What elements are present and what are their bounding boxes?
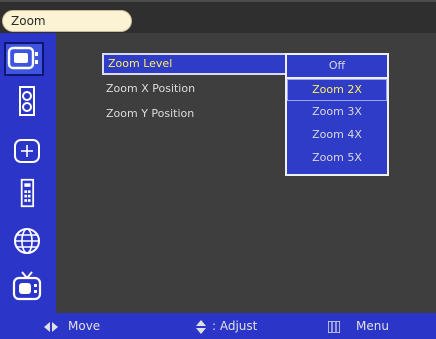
menu-item-zoom-y-position[interactable]: Zoom Y Position bbox=[102, 104, 194, 126]
tv-icon[interactable] bbox=[10, 271, 44, 301]
move-label: Move bbox=[68, 319, 101, 333]
option-zoom-4x[interactable]: Zoom 4X bbox=[287, 124, 387, 146]
menu-hint bbox=[328, 313, 340, 339]
title-bar: Zoom bbox=[0, 0, 436, 33]
move-hint bbox=[44, 313, 58, 339]
menu-item-zoom-x-position[interactable]: Zoom X Position bbox=[102, 79, 195, 101]
footer-hints: Move : Adjust Menu bbox=[0, 313, 436, 339]
remote-control-icon[interactable] bbox=[10, 178, 44, 208]
option-zoom-2x[interactable]: Zoom 2X bbox=[287, 79, 387, 101]
option-off[interactable]: Off bbox=[287, 55, 387, 77]
main-panel: Zoom Level Zoom X Position Zoom Y Positi… bbox=[56, 33, 436, 313]
display-icon[interactable] bbox=[4, 42, 44, 76]
menu-label: Menu bbox=[356, 319, 389, 333]
up-down-arrows-icon bbox=[196, 319, 206, 334]
picture-adjust-icon[interactable] bbox=[10, 136, 44, 166]
speaker-icon[interactable] bbox=[10, 86, 44, 116]
option-zoom-3x[interactable]: Zoom 3X bbox=[287, 101, 387, 123]
osd-screen: Zoom Zoom Level Zoom X Position Zoom Y P… bbox=[0, 0, 436, 339]
menu-icon bbox=[328, 320, 340, 333]
sidebar bbox=[0, 33, 56, 313]
option-zoom-5x[interactable]: Zoom 5X bbox=[287, 147, 387, 169]
page-title: Zoom bbox=[2, 10, 132, 32]
adjust-label: : Adjust bbox=[212, 319, 258, 333]
zoom-level-submenu: Off Zoom 2X Zoom 3X Zoom 4X Zoom 5X bbox=[285, 53, 389, 176]
globe-icon[interactable] bbox=[10, 226, 44, 256]
left-right-arrows-icon bbox=[44, 321, 58, 332]
adjust-hint bbox=[196, 313, 206, 339]
